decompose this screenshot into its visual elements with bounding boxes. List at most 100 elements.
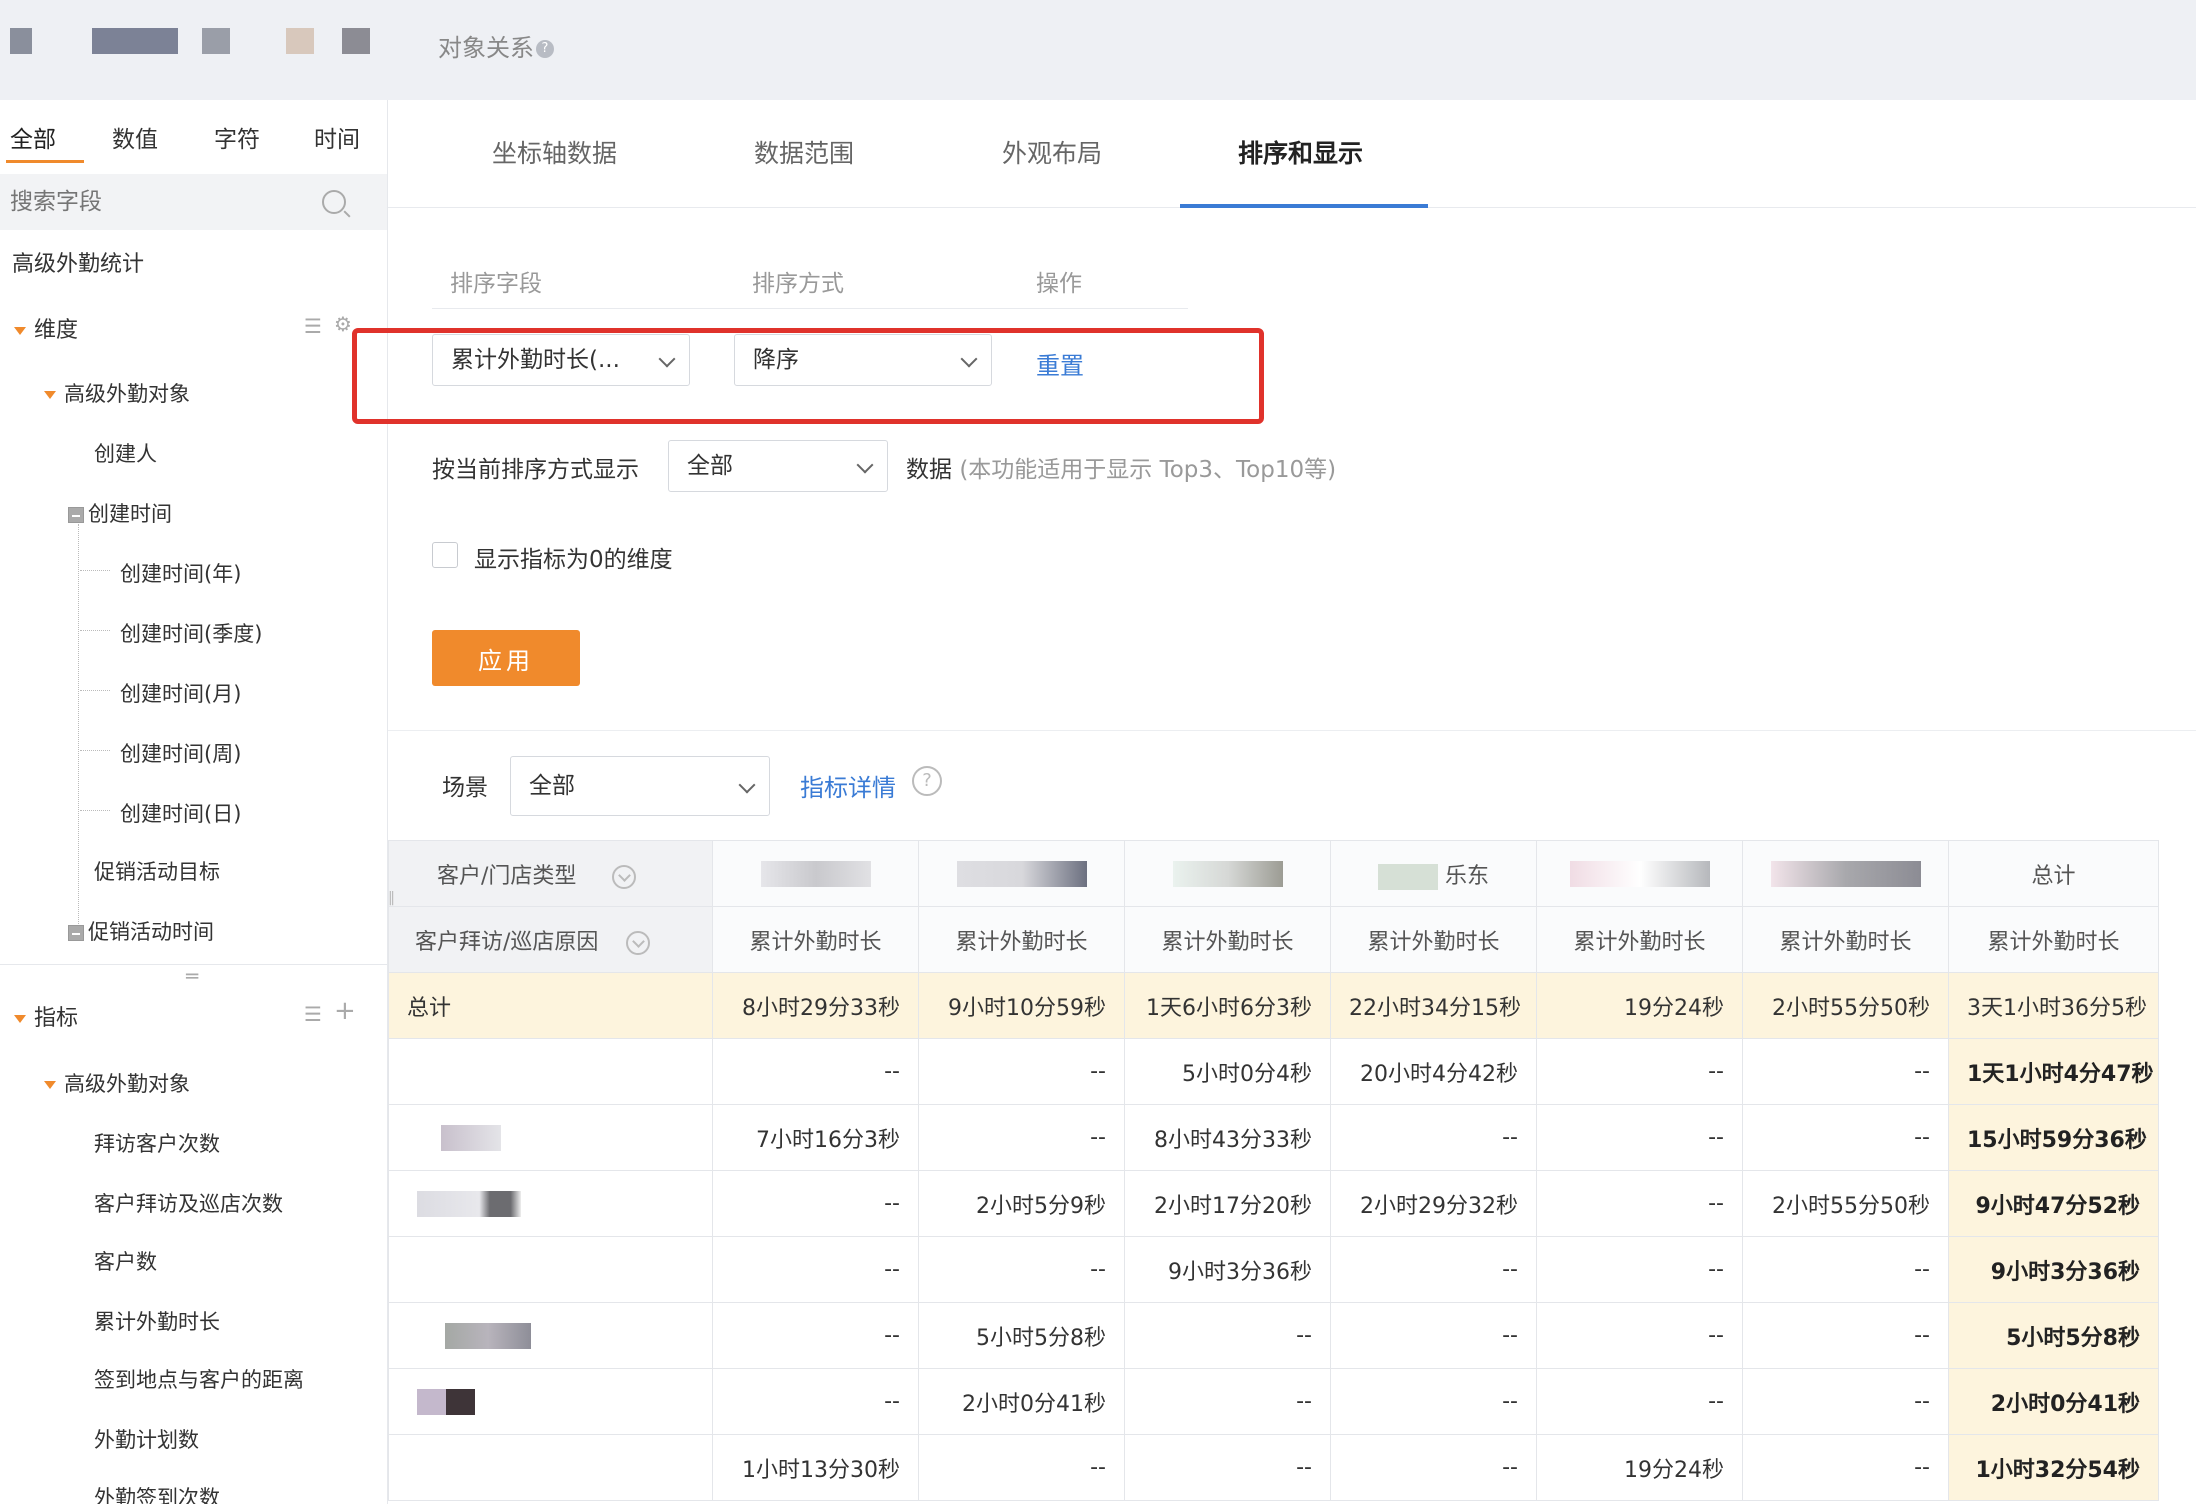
active-tab-indicator <box>6 160 84 163</box>
table-cell: -- <box>1124 1302 1331 1369</box>
table-cell: 2小时55分50秒 <box>1742 1170 1949 1237</box>
table-cell: -- <box>1330 1434 1537 1501</box>
metric-item[interactable]: 累计外勤时长 <box>94 1306 220 1336</box>
metric-header: 累计外勤时长 <box>1742 906 1949 973</box>
display-mode-select[interactable]: 全部 <box>668 440 888 492</box>
metric-section[interactable]: 指标 <box>14 1000 78 1032</box>
resize-handle-icon[interactable]: ═ <box>186 964 198 988</box>
table-cell: 2小时0分41秒 <box>918 1368 1125 1435</box>
table-cell: 22小时34分15秒 <box>1330 972 1537 1039</box>
search-icon[interactable] <box>322 190 346 214</box>
table-cell: 9小时10分59秒 <box>918 972 1125 1039</box>
field-item[interactable]: 创建时间(季度) <box>120 618 262 648</box>
table-cell: 9小时3分36秒 <box>1124 1236 1331 1303</box>
show-zero-label: 显示指标为0的维度 <box>474 547 673 573</box>
display-suffix: 数据 <box>906 457 952 483</box>
dimension-section[interactable]: 维度 <box>14 312 78 344</box>
caret-down-icon[interactable] <box>14 1015 26 1023</box>
total-row: 总计 8小时29分33秒 9小时10分59秒 1天6小时6分3秒 22小时34分… <box>388 972 2159 1039</box>
caret-down-icon[interactable] <box>44 1081 56 1089</box>
metric-item[interactable]: 客户拜访及巡店次数 <box>94 1188 283 1218</box>
field-item[interactable]: 创建时间(月) <box>120 678 241 708</box>
caret-down-icon[interactable] <box>14 327 26 335</box>
main-panel: 坐标轴数据 数据范围 外观布局 排序和显示 排序字段 排序方式 操作 累计外勤时… <box>352 100 2196 1504</box>
group-title: 高级外勤统计 <box>12 252 145 277</box>
metric-item[interactable]: 外勤签到次数 <box>94 1482 220 1504</box>
field-item[interactable]: 创建时间(周) <box>120 738 241 768</box>
field-item-group[interactable]: 促销活动时间 <box>68 916 214 946</box>
tab-number[interactable]: 数值 <box>112 120 158 154</box>
blurred-row-text <box>417 1190 521 1217</box>
metric-detail-link[interactable]: 指标详情 <box>800 768 896 803</box>
metric-item[interactable]: 拜访客户次数 <box>94 1128 220 1158</box>
table-cell: -- <box>1742 1236 1949 1303</box>
sort-list-icon[interactable]: ☰ <box>304 314 322 338</box>
metric-item[interactable]: 外勤计划数 <box>94 1424 199 1454</box>
table-cell: 8小时43分33秒 <box>1124 1104 1331 1171</box>
table-row: -- -- 5小时0分4秒 20小时4分42秒 -- -- 1天1小时4分47秒 <box>388 1038 2159 1105</box>
search-input[interactable] <box>10 184 310 220</box>
tab-string[interactable]: 字符 <box>214 120 260 154</box>
field-item[interactable]: 创建人 <box>94 438 157 468</box>
metric-object[interactable]: 高级外勤对象 <box>44 1068 190 1098</box>
field-item[interactable]: 创建时间(年) <box>120 558 241 588</box>
table-cell: -- <box>712 1170 919 1237</box>
column-header <box>1536 840 1743 907</box>
collapse-icon[interactable] <box>68 507 84 523</box>
field-search <box>0 174 387 230</box>
table-cell: -- <box>1536 1236 1743 1303</box>
add-icon[interactable]: + <box>334 996 356 1026</box>
dimension-object[interactable]: 高级外勤对象 <box>44 378 190 408</box>
dropdown-circle-icon[interactable] <box>626 930 651 955</box>
scene-value: 全部 <box>529 773 575 799</box>
blurred-column-label <box>1569 860 1710 887</box>
tab-appearance[interactable]: 外观布局 <box>1002 134 1102 170</box>
dropdown-circle-icon[interactable] <box>612 864 637 889</box>
blurred-row-label <box>388 1104 713 1171</box>
table-cell: -- <box>712 1302 919 1369</box>
help-icon[interactable]: ? <box>912 766 942 796</box>
display-mode-label: 按当前排序方式显示 <box>432 457 639 483</box>
apply-button[interactable]: 应用 <box>432 630 580 686</box>
sort-action-header: 操作 <box>1036 271 1082 297</box>
tab-axis-data[interactable]: 坐标轴数据 <box>492 134 617 170</box>
field-item-label: 创建时间 <box>88 502 172 526</box>
table-row: 7小时16分3秒 -- 8小时43分33秒 -- -- -- 15小时59分36… <box>388 1104 2159 1171</box>
metric-item[interactable]: 客户数 <box>94 1246 157 1276</box>
tab-data-range[interactable]: 数据范围 <box>754 134 854 170</box>
row-total-cell: 2小时0分41秒 <box>1948 1368 2159 1435</box>
field-item-label: 促销活动时间 <box>88 920 214 944</box>
field-item-group[interactable]: 创建时间 <box>68 498 172 528</box>
table-cell: -- <box>712 1038 919 1105</box>
tab-sort-display[interactable]: 排序和显示 <box>1238 134 1363 170</box>
sort-field-header: 排序字段 <box>450 271 542 297</box>
gear-icon[interactable]: ⚙ <box>334 312 352 336</box>
table-cell: 2小时17分20秒 <box>1124 1170 1331 1237</box>
table-cell: 1天6小时6分3秒 <box>1124 972 1331 1039</box>
table-cell: -- <box>1536 1302 1743 1369</box>
field-item[interactable]: 创建时间(日) <box>120 798 241 828</box>
tab-time[interactable]: 时间 <box>314 120 360 154</box>
panel-collapse-handle-icon[interactable]: ‖ <box>388 890 398 920</box>
row-header-customer-type[interactable]: 客户/门店类型 <box>388 840 713 907</box>
table-cell: 3天1小时36分5秒 <box>1948 972 2159 1039</box>
collapse-icon[interactable] <box>68 925 84 941</box>
page-title[interactable]: 对象关系? <box>438 28 554 63</box>
table-cell: -- <box>1536 1170 1743 1237</box>
blurred-row-label <box>388 1434 713 1501</box>
field-item[interactable]: 促销活动目标 <box>94 856 220 886</box>
blurred-breadcrumb <box>286 28 314 54</box>
table-cell: -- <box>918 1236 1125 1303</box>
blurred-column-label <box>956 860 1087 887</box>
help-icon[interactable]: ? <box>536 40 554 58</box>
metric-item[interactable]: 签到地点与客户的距离 <box>94 1364 304 1394</box>
caret-down-icon[interactable] <box>44 391 56 399</box>
sort-list-icon[interactable]: ☰ <box>304 1002 322 1026</box>
show-zero-checkbox[interactable] <box>432 542 458 568</box>
display-mode-value: 全部 <box>687 453 733 479</box>
scene-select[interactable]: 全部 <box>510 756 770 816</box>
table-row: -- 2小时0分41秒 -- -- -- -- 2小时0分41秒 <box>388 1368 2159 1435</box>
table-row: -- 2小时5分9秒 2小时17分20秒 2小时29分32秒 -- 2小时55分… <box>388 1170 2159 1237</box>
tab-all[interactable]: 全部 <box>10 120 56 154</box>
row-header-visit-reason[interactable]: 客户拜访/巡店原因 <box>388 906 713 973</box>
